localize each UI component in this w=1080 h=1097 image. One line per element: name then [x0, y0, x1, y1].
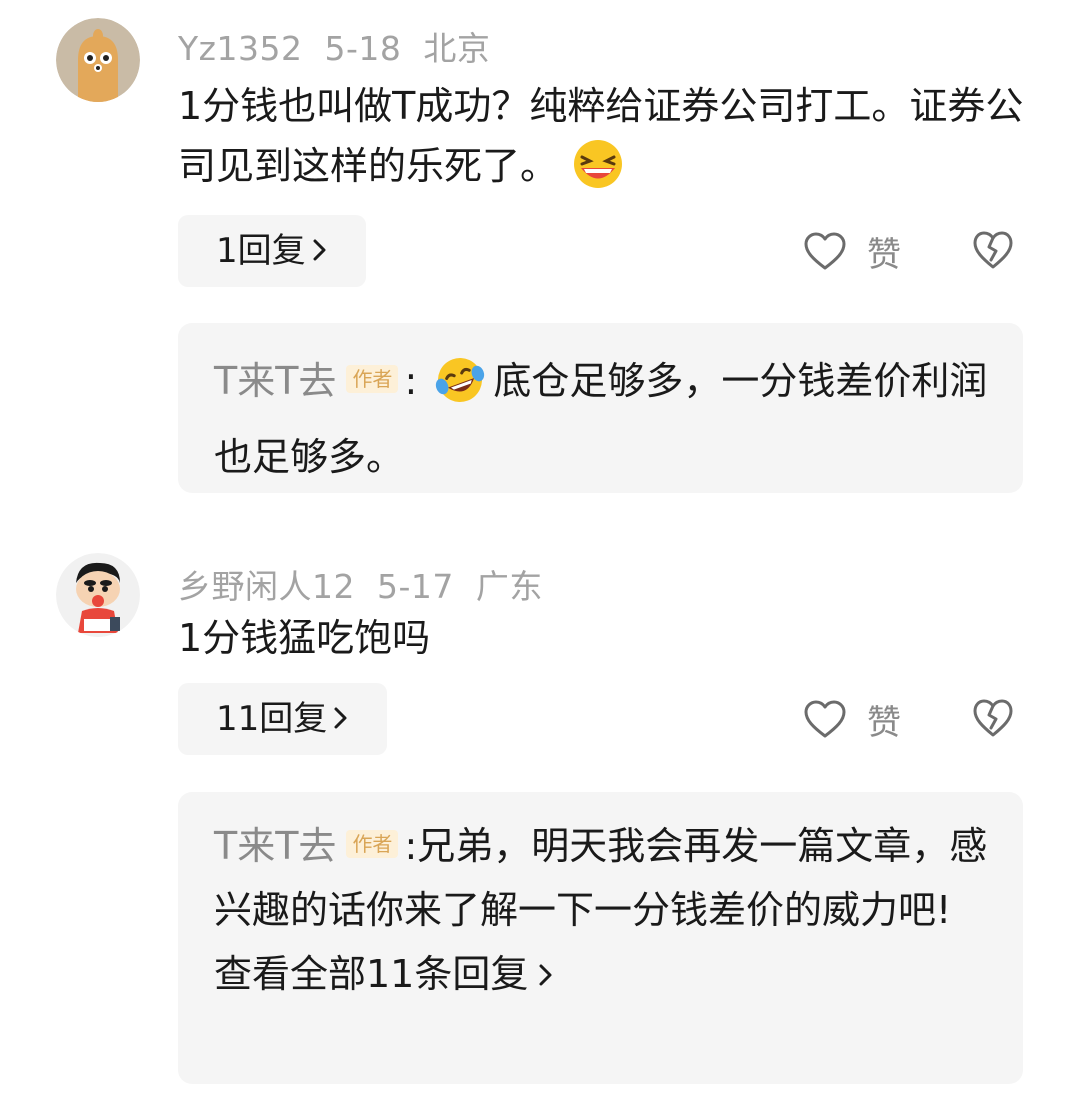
reply-colon: : — [404, 359, 418, 403]
avatar-cartoon-icon — [56, 18, 140, 102]
avatar[interactable] — [56, 553, 140, 637]
dislike-button[interactable] — [972, 230, 1014, 272]
reply-content: T来T去 作者:兄弟，明天我会再发一篇文章，感兴趣的话你来了解一下一分钱差价的威力… — [214, 814, 994, 1006]
avatar[interactable] — [56, 18, 140, 102]
chevron-right-icon — [333, 683, 349, 755]
comment-meta: 乡野闲人12 5-17 广东 — [178, 560, 565, 608]
like-button[interactable]: 赞 — [803, 694, 901, 744]
view-replies-button[interactable]: 11回复 — [178, 683, 388, 755]
reply-colon: : — [404, 824, 418, 868]
chevron-right-icon — [312, 215, 328, 287]
reply-count-label: 11回复 — [216, 699, 328, 739]
dislike-button[interactable] — [972, 698, 1014, 740]
username[interactable]: 乡野闲人12 — [178, 567, 355, 606]
comment-text-block: 1分钱也叫做T成功？纯粹给证券公司打工。证券公司见到这样的乐死了。 — [178, 76, 1038, 206]
author-badge: 作者 — [346, 365, 399, 393]
heart-icon — [804, 232, 846, 270]
chevron-right-icon — [538, 942, 554, 1006]
avatar-crayon-boy-icon — [56, 553, 140, 637]
reply-count-label: 1回复 — [216, 231, 306, 271]
username[interactable]: Yz1352 — [178, 29, 302, 68]
view-replies-button[interactable]: 1回复 — [178, 215, 366, 287]
heart-icon — [804, 700, 846, 738]
comment-text-block: 1分钱猛吃饱吗 — [178, 608, 1038, 668]
like-button[interactable]: 赞 — [803, 226, 901, 276]
comment-location: 广东 — [475, 567, 543, 606]
like-label: 赞 — [867, 702, 901, 743]
broken-heart-icon — [973, 231, 1013, 269]
reply-author[interactable]: T来T去 — [214, 359, 336, 403]
comment-text: 1分钱猛吃饱吗 — [178, 616, 431, 660]
comment-meta: Yz1352 5-18 北京 — [178, 22, 512, 70]
broken-heart-icon — [973, 699, 1013, 737]
comment-date: 5-18 — [324, 29, 402, 68]
reply-content: T来T去 作者: 底仓足够多，一分钱差价利润也足够多。 — [214, 349, 994, 489]
comment-date: 5-17 — [377, 567, 454, 606]
face-with-tears-of-joy-icon — [431, 354, 489, 425]
author-badge: 作者 — [346, 830, 399, 858]
reply-panel[interactable]: T来T去 作者:兄弟，明天我会再发一篇文章，感兴趣的话你来了解一下一分钱差价的威力… — [178, 792, 1023, 1084]
reply-author[interactable]: T来T去 — [214, 824, 336, 868]
view-all-label: 查看全部11条回复 — [214, 952, 529, 996]
grinning-squinting-face-icon — [568, 139, 628, 206]
comment-location: 北京 — [423, 29, 491, 68]
view-all-replies-link[interactable]: 查看全部11条回复 — [214, 942, 994, 1006]
like-label: 赞 — [867, 234, 901, 275]
comment-1: Yz1352 5-18 北京 1分钱也叫做T成功？纯粹给证券公司打工。证券公司见到这… — [0, 0, 1080, 500]
reply-panel[interactable]: T来T去 作者: 底仓足够多，一分钱差价利润也足够多。 — [178, 323, 1023, 493]
